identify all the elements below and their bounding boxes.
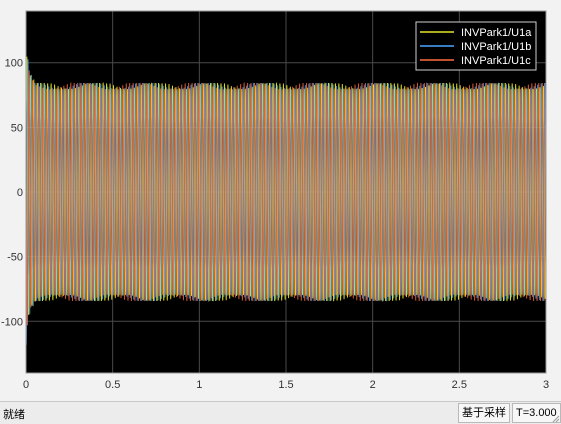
scope-window: 0 0.5 1 1.5 2 2.5 3 100 50 0 -50 -100 INVPark1/U1a… [0,0,561,401]
y-tick-label: -100 [1,316,23,328]
x-tick-label: 0 [23,379,29,391]
scope-plot[interactable]: 0 0.5 1 1.5 2 2.5 3 100 50 0 -50 -100 INVPark1/U1a… [0,0,561,401]
y-tick-label: 50 [11,122,23,134]
status-bar: 就绪 基于采样 T=3.000 [0,401,561,424]
x-tick-label: 1.5 [278,379,293,391]
legend-label-u1c: INVPark1/U1c [461,55,531,67]
sample-mode-indicator[interactable]: 基于采样 [458,403,510,423]
y-tick-label: 0 [17,187,23,199]
legend-label-u1b: INVPark1/U1b [461,41,531,53]
x-tick-label: 2 [370,379,376,391]
x-tick-label: 1 [196,379,202,391]
x-tick-label: 2.5 [452,379,467,391]
y-tick-labels: 100 50 0 -50 -100 [1,58,23,329]
status-ready-text: 就绪 [3,409,25,421]
resize-grip-icon[interactable] [552,415,560,423]
y-tick-label: 100 [5,58,23,70]
legend[interactable]: INVPark1/U1a INVPark1/U1b INVPark1/U1c [415,21,537,71]
x-tick-label: 0.5 [105,379,120,391]
x-tick-labels: 0 0.5 1 1.5 2 2.5 3 [23,379,549,391]
legend-label-u1a: INVPark1/U1a [461,27,532,39]
y-tick-label: -50 [7,252,23,264]
x-tick-label: 3 [543,379,549,391]
